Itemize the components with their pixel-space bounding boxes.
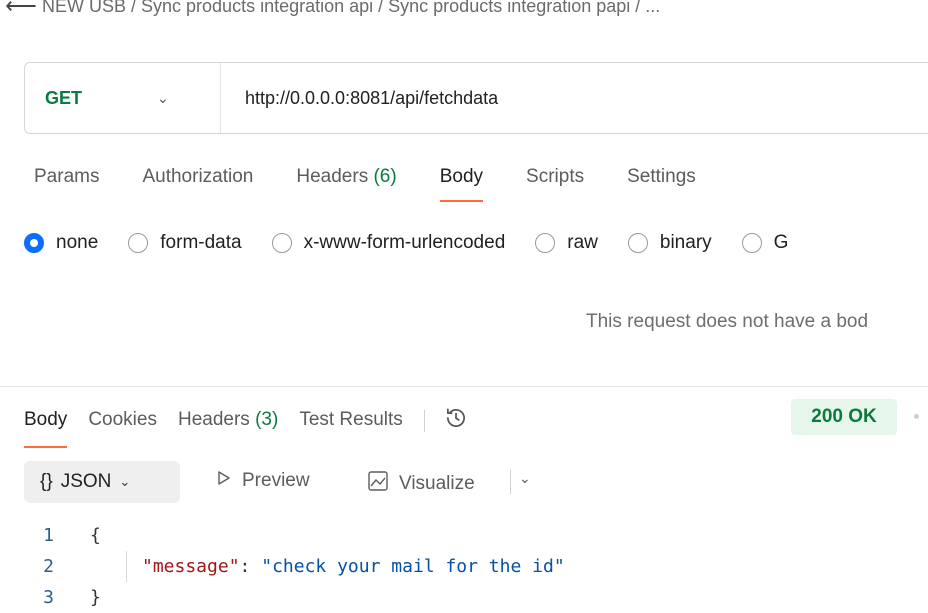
format-select[interactable]: {} JSON ⌄ <box>24 461 180 503</box>
history-icon[interactable] <box>443 405 469 437</box>
empty-body-message: This request does not have a bod <box>586 311 869 332</box>
json-colon: : <box>239 556 262 577</box>
separator-dot <box>914 414 919 419</box>
status-badge[interactable]: 200 OK <box>791 399 897 435</box>
response-tab-test-results[interactable]: Test Results <box>299 408 402 448</box>
indent-guide <box>126 551 127 582</box>
body-type-options: none form-data x-www-form-urlencoded raw… <box>24 232 818 254</box>
response-tab-headers[interactable]: Headers (3) <box>178 408 278 448</box>
radio-urlencoded[interactable]: x-www-form-urlencoded <box>271 232 506 254</box>
back-arrow-icon[interactable]: ⟵ <box>0 0 42 19</box>
breadcrumb: ⟵ NEW USB / Sync products integration ap… <box>0 0 660 26</box>
radio-unchecked-icon <box>535 233 556 253</box>
play-icon <box>216 470 232 492</box>
radio-none-label: none <box>56 232 99 253</box>
divider <box>423 410 425 432</box>
headers-count: (6) <box>373 166 397 187</box>
breadcrumb-text[interactable]: NEW USB / Sync products integration api … <box>42 0 660 17</box>
tab-authorization[interactable]: Authorization <box>142 166 253 202</box>
code-line: 3 } <box>0 582 565 613</box>
response-headers-count: (3) <box>255 409 279 430</box>
code-brace: { <box>90 525 101 546</box>
line-number: 1 <box>43 525 54 546</box>
radio-unchecked-icon <box>271 233 292 253</box>
radio-urlencoded-label: x-www-form-urlencoded <box>303 232 506 253</box>
code-line: 2 "message" : "check your mail for the i… <box>0 551 565 582</box>
response-tab-headers-label: Headers <box>177 409 250 430</box>
radio-raw[interactable]: raw <box>535 232 598 254</box>
tab-settings[interactable]: Settings <box>627 166 696 202</box>
response-body-editor[interactable]: 1 { 2 "message" : "check your mail for t… <box>0 520 565 613</box>
radio-form-data-label: form-data <box>160 232 242 253</box>
tab-body[interactable]: Body <box>439 166 484 202</box>
radio-none[interactable]: none <box>24 232 98 254</box>
request-bar: GET ⌄ http://0.0.0.0:8081/api/fetchdata <box>24 62 928 134</box>
tab-headers[interactable]: Headers (6) <box>296 166 396 202</box>
url-input[interactable]: http://0.0.0.0:8081/api/fetchdata <box>221 88 498 109</box>
image-chart-icon <box>367 470 389 498</box>
radio-graphql[interactable]: G <box>741 232 789 254</box>
visualize-button[interactable]: Visualize <box>367 470 475 498</box>
divider <box>510 470 511 494</box>
preview-button[interactable]: Preview <box>216 470 310 492</box>
format-label: JSON <box>60 471 112 492</box>
method-select[interactable]: GET ⌄ <box>25 63 221 133</box>
code-line: 1 { <box>0 520 565 551</box>
line-number: 2 <box>43 556 54 577</box>
chevron-down-icon: ⌄ <box>119 474 131 489</box>
response-tab-cookies[interactable]: Cookies <box>88 408 157 448</box>
radio-unchecked-icon <box>741 233 762 253</box>
radio-form-data[interactable]: form-data <box>128 232 242 254</box>
radio-unchecked-icon <box>128 233 149 253</box>
radio-graphql-label: G <box>773 232 789 253</box>
visualize-chevron-down-icon[interactable]: ⌄ <box>519 470 531 487</box>
braces-icon: {} <box>40 471 53 492</box>
preview-label: Preview <box>242 470 310 491</box>
json-key: "message" <box>142 556 240 577</box>
radio-unchecked-icon <box>627 233 648 253</box>
radio-binary[interactable]: binary <box>627 232 712 254</box>
visualize-label: Visualize <box>399 473 475 494</box>
radio-raw-label: raw <box>567 232 598 253</box>
json-value: "check your mail for the id" <box>261 556 565 577</box>
response-tabs: Body Cookies Headers (3) Test Results <box>24 405 469 451</box>
line-number: 3 <box>43 587 54 608</box>
tab-params[interactable]: Params <box>34 166 99 202</box>
response-tab-body[interactable]: Body <box>24 408 68 448</box>
radio-binary-label: binary <box>659 232 712 253</box>
request-tabs: Params Authorization Headers (6) Body Sc… <box>34 166 739 202</box>
divider <box>0 386 928 387</box>
tab-headers-label: Headers <box>296 166 369 187</box>
chevron-down-icon: ⌄ <box>157 89 169 106</box>
radio-checked-icon <box>24 233 44 253</box>
code-brace: } <box>90 587 101 608</box>
tab-scripts[interactable]: Scripts <box>526 166 584 202</box>
method-label: GET <box>45 87 83 108</box>
